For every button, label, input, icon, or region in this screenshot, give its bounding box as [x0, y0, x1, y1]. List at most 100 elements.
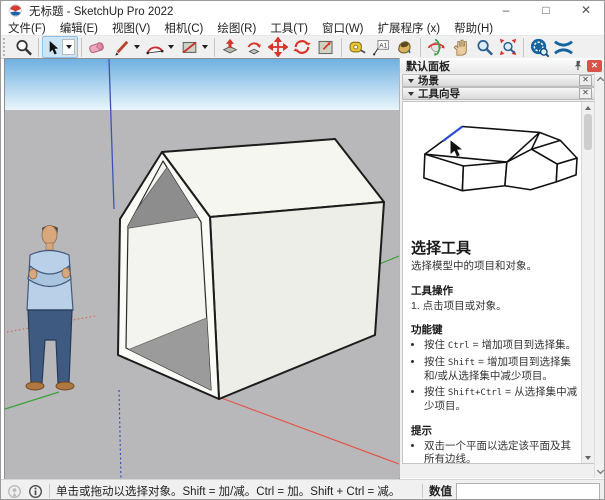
rotate-tool-button[interactable]: [290, 36, 314, 58]
section-instructor[interactable]: 工具向导 ✕: [402, 87, 595, 100]
scroll-down-icon[interactable]: [582, 452, 594, 463]
eraser-icon: [87, 38, 107, 56]
toolbar-divider: [214, 38, 215, 57]
menu-tools[interactable]: 工具(T): [263, 20, 315, 36]
search-tool-button[interactable]: [11, 36, 35, 58]
arc-tool-button[interactable]: [143, 36, 167, 58]
panel-scrollbar[interactable]: [594, 73, 605, 478]
menu-help[interactable]: 帮助(H): [447, 20, 500, 36]
rectangle-tool-button[interactable]: [177, 36, 201, 58]
status-bar: 单击或拖动以选择对象。Shift = 加/减。Ctrl = 加。Shift + …: [1, 479, 605, 500]
window-title: 无标题 - SketchUp Pro 2022: [29, 3, 486, 19]
toolbar-divider: [38, 38, 39, 57]
push-pull-tool-button[interactable]: [218, 36, 242, 58]
instructor-scrollbar[interactable]: [581, 102, 594, 463]
status-hint: 单击或拖动以选择对象。Shift = 加/减。Ctrl = 加。Shift + …: [56, 483, 400, 499]
instructor-illustration: [411, 106, 579, 228]
list-item: 双击一个平面以选定该平面及其所有边线。: [424, 440, 579, 464]
rectangle-dropdown-icon[interactable]: [202, 45, 208, 49]
svg-text:A1: A1: [379, 42, 387, 49]
offset-tool-button[interactable]: [314, 36, 338, 58]
extension-manager-button[interactable]: [551, 36, 575, 58]
modifier-list: 按住 Ctrl = 增加项目到选择集。 按住 Shift = 增加项目到选择集和…: [411, 339, 579, 413]
push-pull-icon: [220, 37, 240, 57]
arc-icon: [145, 38, 165, 57]
zoom-extents-icon: [498, 37, 518, 57]
menu-window[interactable]: 窗口(W): [315, 20, 371, 36]
zoom-tool-button[interactable]: [472, 36, 496, 58]
list-item: 按住 Ctrl = 增加项目到选择集。: [424, 339, 579, 353]
instructor-panel: 选择工具 选择模型中的项目和对象。 工具操作 1. 点击项目或对象。 功能键 按…: [402, 101, 595, 464]
offset-icon: [316, 38, 336, 57]
sketchup-window: 无标题 - SketchUp Pro 2022 – □ ✕ 文件(F) 编辑(E…: [0, 0, 605, 500]
close-button[interactable]: ✕: [566, 1, 605, 20]
chevron-down-icon[interactable]: [596, 467, 605, 476]
status-divider: [49, 484, 50, 498]
search-icon: [14, 38, 33, 57]
model-viewport[interactable]: [4, 58, 400, 480]
chevron-up-icon[interactable]: [596, 75, 605, 84]
menu-camera[interactable]: 相机(C): [157, 20, 210, 36]
minimize-button[interactable]: –: [486, 1, 526, 20]
tape-measure-icon: [347, 38, 367, 57]
zoom-extents-tool-button[interactable]: [496, 36, 520, 58]
paint-bucket-tool-button[interactable]: [393, 36, 417, 58]
eraser-tool-button[interactable]: [85, 36, 109, 58]
tape-measure-tool-button[interactable]: [345, 36, 369, 58]
viewport-canvas: [5, 59, 399, 479]
measurement-input[interactable]: [456, 483, 600, 500]
toolbar: A1: [1, 36, 605, 59]
select-dropdown[interactable]: [62, 39, 75, 55]
extension-manager-icon: [553, 38, 574, 57]
move-tool-button[interactable]: [266, 36, 290, 58]
menu-view[interactable]: 视图(V): [105, 20, 157, 36]
follow-me-tool-button[interactable]: [242, 36, 266, 58]
menu-file[interactable]: 文件(F): [1, 20, 53, 36]
menu-extensions[interactable]: 扩展程序 (x): [371, 20, 448, 36]
geolocation-icon[interactable]: [7, 484, 22, 499]
section-close-button[interactable]: ✕: [579, 88, 592, 99]
menu-draw[interactable]: 绘图(R): [210, 20, 263, 36]
line-dropdown-icon[interactable]: [134, 45, 140, 49]
section-close-button[interactable]: ✕: [579, 75, 592, 86]
move-icon: [268, 37, 288, 57]
window-controls: – □ ✕: [486, 1, 605, 20]
panel-close-button[interactable]: ✕: [587, 60, 602, 72]
instructor-content: 选择工具 选择模型中的项目和对象。 工具操作 1. 点击项目或对象。 功能键 按…: [403, 102, 583, 464]
default-panel: 默认面板 ✕ 场景 ✕ 工具向导 ✕: [399, 58, 605, 478]
collapse-arrow-icon: [408, 92, 414, 96]
menu-edit[interactable]: 编辑(E): [53, 20, 105, 36]
operation-step: 1. 点击项目或对象。: [411, 300, 579, 314]
pin-icon[interactable]: [572, 60, 583, 71]
list-item: 按住 Shift+Ctrl = 从选择集中减少项目。: [424, 386, 579, 413]
orbit-tool-button[interactable]: [424, 36, 448, 58]
text-label-icon: A1: [371, 38, 391, 57]
maximize-button[interactable]: □: [526, 1, 566, 20]
toolbar-divider: [420, 38, 421, 57]
measurement-label: 数值: [429, 483, 452, 499]
orbit-icon: [426, 37, 446, 57]
sketchup-logo-icon: [9, 4, 22, 17]
toolbar-divider: [81, 38, 82, 57]
menu-bar: 文件(F) 编辑(E) 视图(V) 相机(C) 绘图(R) 工具(T) 窗口(W…: [1, 20, 605, 36]
select-tool-button[interactable]: [42, 36, 78, 58]
panel-title-bar[interactable]: 默认面板 ✕: [400, 58, 605, 73]
info-icon[interactable]: [28, 484, 43, 499]
pencil-icon: [112, 38, 131, 57]
toolbar-grip[interactable]: [3, 38, 9, 56]
pan-hand-icon: [451, 37, 470, 57]
status-divider: [422, 484, 423, 498]
instructor-heading: 选择工具: [411, 237, 579, 258]
rotate-icon: [292, 37, 312, 57]
extension-warehouse-button[interactable]: [527, 36, 551, 58]
pan-tool-button[interactable]: [448, 36, 472, 58]
select-cursor-icon: [45, 39, 60, 56]
modifier-title: 功能键: [411, 322, 579, 337]
text-tool-button[interactable]: A1: [369, 36, 393, 58]
line-tool-button[interactable]: [109, 36, 133, 58]
scrollbar-thumb[interactable]: [584, 114, 592, 150]
scroll-up-icon[interactable]: [582, 102, 594, 113]
list-item: 按住 Shift = 增加项目到选择集和/或从选择集中减少项目。: [424, 356, 579, 383]
extension-warehouse-icon: [529, 37, 550, 58]
arc-dropdown-icon[interactable]: [168, 45, 174, 49]
